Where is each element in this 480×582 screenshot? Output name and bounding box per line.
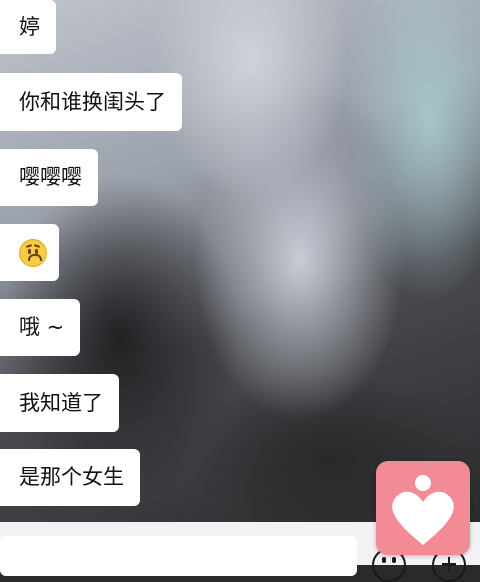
message-text: 嘤嘤嘤 [19, 165, 82, 189]
message-bubble[interactable]: 婷 [0, 0, 56, 54]
message-bubble[interactable] [0, 224, 59, 281]
heart-person-icon [392, 475, 454, 545]
message-bubble[interactable]: 嘤嘤嘤 [0, 149, 98, 206]
message-text: 婷 [19, 14, 40, 39]
message-text: 我知道了 [19, 390, 103, 415]
message-text: 哦 ~ [19, 315, 65, 339]
floating-heart-button[interactable] [376, 461, 470, 555]
message-bubble[interactable]: 我知道了 [0, 374, 119, 432]
message-input[interactable] [0, 536, 357, 576]
frowning-face-emoji-icon [19, 238, 47, 267]
message-text: 你和谁换闺头了 [19, 89, 166, 114]
message-bubble[interactable]: 是那个女生 [0, 449, 140, 506]
message-bubble[interactable]: 你和谁换闺头了 [0, 73, 182, 131]
message-bubble[interactable]: 哦 ~ [0, 299, 81, 356]
message-text: 是那个女生 [19, 465, 124, 489]
